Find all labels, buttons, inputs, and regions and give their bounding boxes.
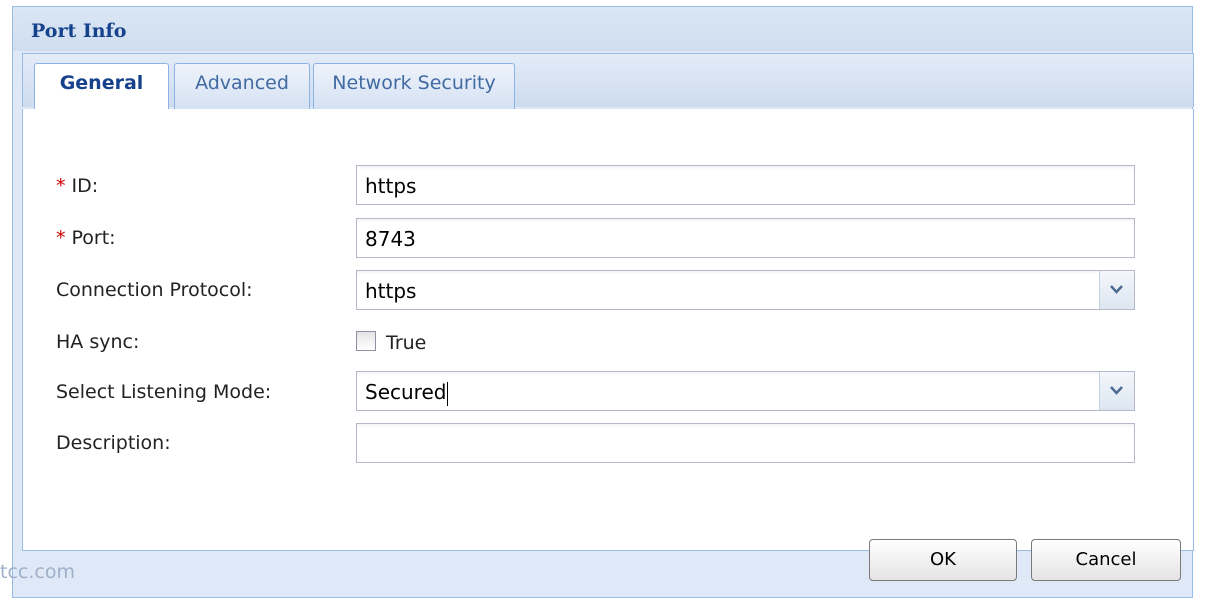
ha-sync-label: HA sync: — [56, 331, 140, 353]
required-marker: * — [56, 227, 66, 249]
ha-sync-option-label[interactable]: True — [386, 332, 426, 354]
general-panel: * ID: https * Port: 8743 Connection Protoc… — [22, 109, 1194, 551]
description-label: Description: — [56, 432, 171, 454]
id-field[interactable]: https — [356, 165, 1135, 205]
dialog-title: Port Info — [31, 20, 127, 42]
port-info-dialog: Port Info General Advanced Network Secur… — [12, 6, 1194, 598]
chevron-down-icon[interactable] — [1099, 271, 1134, 309]
port-label: * Port: — [56, 227, 116, 249]
chevron-down-icon[interactable] — [1099, 372, 1134, 410]
watermark: tcc.com — [0, 561, 75, 583]
connection-protocol-label: Connection Protocol: — [56, 279, 253, 301]
cancel-button[interactable]: Cancel — [1031, 539, 1181, 581]
required-marker: * — [56, 175, 66, 197]
dialog-titlebar: Port Info — [13, 7, 1192, 51]
description-field[interactable] — [356, 423, 1135, 463]
ok-button[interactable]: OK — [869, 539, 1017, 581]
tab-advanced[interactable]: Advanced — [174, 63, 310, 109]
connection-protocol-value: https — [365, 279, 417, 303]
port-field[interactable]: 8743 — [356, 218, 1135, 258]
tab-strip: General Advanced Network Security — [22, 53, 1194, 110]
text-cursor — [447, 381, 449, 406]
id-label: * ID: — [56, 175, 99, 197]
listening-mode-label: Select Listening Mode: — [56, 381, 272, 403]
connection-protocol-select[interactable]: https — [356, 270, 1135, 310]
tab-general[interactable]: General — [34, 63, 169, 110]
ha-sync-checkbox[interactable] — [356, 331, 376, 351]
tab-network-security[interactable]: Network Security — [313, 63, 515, 109]
listening-mode-value: Secured — [365, 380, 447, 404]
listening-mode-select[interactable]: Secured — [356, 371, 1135, 411]
